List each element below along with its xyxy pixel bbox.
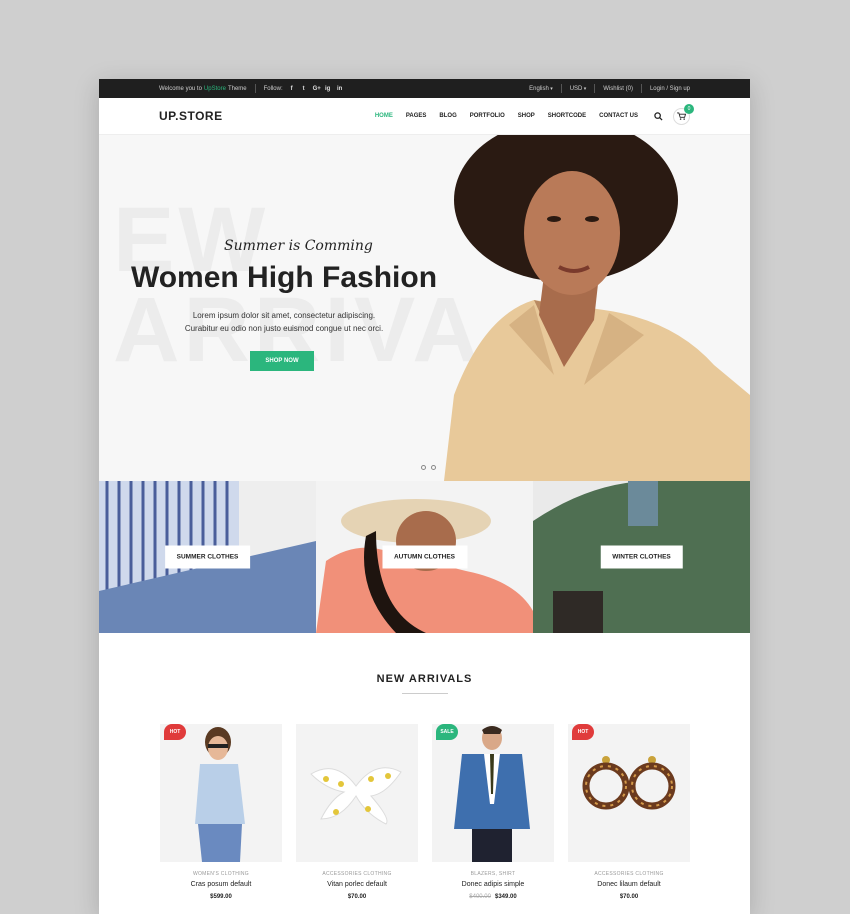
product-price: $400.00 $349.00 [432, 894, 554, 900]
category-summer[interactable]: SUMMER CLOTHES [99, 481, 316, 633]
current-price: $70.00 [619, 894, 639, 900]
hot-badge: HOT [164, 724, 186, 740]
facebook-icon[interactable]: f [289, 86, 295, 92]
product-category[interactable]: BLAZERS, SHIRT [432, 871, 554, 877]
earrings-image [582, 756, 676, 810]
product-name[interactable]: Cras posum default [160, 881, 282, 888]
new-arrivals-section: NEW ARRIVALS HOT WOMEN'S CLOTHING Cras p… [99, 633, 750, 900]
site-logo[interactable]: UP.STORE [159, 109, 223, 123]
language-select[interactable]: English [529, 86, 553, 92]
scarf-image [310, 767, 402, 825]
divider [254, 84, 256, 93]
welcome-prefix: Welcome you to [159, 85, 202, 92]
category-label[interactable]: WINTER CLOTHES [600, 545, 683, 569]
hero-model-image [444, 135, 750, 481]
main-nav: HOME PAGES BLOG PORTFOLIO SHOP SHORTCODE… [375, 113, 638, 119]
category-autumn[interactable]: AUTUMN CLOTHES [316, 481, 533, 633]
divider [640, 84, 642, 93]
top-bar: Welcome you to UpStore Theme Follow: f t… [99, 79, 750, 98]
category-banners: SUMMER CLOTHES AUTUMN CLOTHES WINTER CLO… [99, 481, 750, 633]
linkedin-icon[interactable]: in [337, 86, 343, 92]
product-image[interactable]: HOT [160, 724, 282, 862]
product-image[interactable] [296, 724, 418, 862]
wishlist-link[interactable]: Wishlist (0) [603, 86, 633, 92]
nav-shop[interactable]: SHOP [518, 113, 535, 119]
slider-dot[interactable] [431, 465, 436, 470]
follow-label: Follow: [263, 85, 283, 92]
slider-dots [421, 465, 436, 470]
shop-now-button[interactable]: SHOP NOW [250, 351, 314, 371]
section-title: NEW ARRIVALS [376, 673, 473, 685]
hero-desc-line-1: Lorem ipsum dolor sit amet, consectetur … [192, 311, 376, 320]
nav-blog[interactable]: BLOG [439, 113, 456, 119]
hero-tagline: Summer is Comming [224, 238, 373, 254]
welcome-brand: UpStore [203, 85, 226, 92]
category-winter[interactable]: WINTER CLOTHES [533, 481, 750, 633]
welcome-suffix: Theme [227, 85, 247, 92]
twitter-icon[interactable]: t [301, 86, 307, 92]
nav-pages[interactable]: PAGES [406, 113, 427, 119]
product-category[interactable]: ACCESSORIES CLOTHING [568, 871, 690, 877]
nav-shortcode[interactable]: SHORTCODE [548, 113, 586, 119]
product-image[interactable]: HOT [568, 724, 690, 862]
product-price: $70.00 [296, 894, 418, 900]
nav-portfolio[interactable]: PORTFOLIO [470, 113, 505, 119]
product-grid: HOT WOMEN'S CLOTHING Cras posum default … [99, 694, 750, 900]
hero-title: Women High Fashion [130, 261, 438, 294]
google-plus-icon[interactable]: G+ [313, 86, 321, 92]
divider [594, 84, 596, 93]
search-icon[interactable] [654, 111, 663, 121]
current-price: $349.00 [495, 894, 517, 900]
sale-badge: SALE [436, 724, 458, 740]
cart-button[interactable]: 0 [673, 103, 694, 125]
product-card[interactable]: HOT WOMEN'S CLOTHING Cras posum default … [160, 724, 282, 900]
product-category[interactable]: ACCESSORIES CLOTHING [296, 871, 418, 877]
product-price: $70.00 [568, 894, 690, 900]
category-label[interactable]: SUMMER CLOTHES [164, 545, 251, 569]
product-card[interactable]: SALE BLAZERS, SHIRT Donec adipis simple … [432, 724, 554, 900]
product-price: $599.00 [160, 894, 282, 900]
login-link[interactable]: Login / Sign up [650, 86, 690, 92]
instagram-icon[interactable]: ig [325, 86, 331, 92]
hero-desc-line-2: Curabitur eu odio non justo euismod cong… [184, 324, 384, 333]
product-category[interactable]: WOMEN'S CLOTHING [160, 871, 282, 877]
product-card[interactable]: HOT ACCESSORIES CLOTHING Donec lilaum de… [568, 724, 690, 900]
follow-links: Follow: f t G+ ig in [264, 86, 343, 92]
slider-dot[interactable] [421, 465, 426, 470]
product-name[interactable]: Donec lilaum default [568, 881, 690, 888]
product-image[interactable]: SALE [432, 724, 554, 862]
welcome-text: Welcome you to UpStore Theme [159, 86, 247, 92]
hero-slider: EW ARRIVA Summer is Comming Women High F… [99, 135, 750, 481]
hot-badge: HOT [572, 724, 594, 740]
main-header: UP.STORE HOME PAGES BLOG PORTFOLIO SHOP … [99, 98, 750, 135]
divider [560, 84, 562, 93]
old-price: $400.00 [469, 894, 491, 900]
blouse-image [195, 727, 245, 862]
nav-contact-us[interactable]: CONTACT US [599, 113, 638, 119]
cart-count-badge: 0 [684, 103, 694, 114]
current-price: $70.00 [347, 894, 367, 900]
hero-description: Lorem ipsum dolor sit amet, consectetur … [139, 309, 429, 335]
product-name[interactable]: Donec adipis simple [432, 881, 554, 888]
category-label[interactable]: AUTUMN CLOTHES [381, 545, 468, 569]
product-card[interactable]: ACCESSORIES CLOTHING Vitan porlec defaul… [296, 724, 418, 900]
cart-icon [677, 112, 686, 120]
blazer-image [454, 726, 530, 862]
page-frame: Welcome you to UpStore Theme Follow: f t… [99, 79, 750, 914]
product-name[interactable]: Vitan porlec default [296, 881, 418, 888]
current-price: $599.00 [210, 894, 232, 900]
top-bar-right: English USD Wishlist (0) Login / Sign up [529, 84, 690, 93]
nav-home[interactable]: HOME [375, 113, 393, 119]
currency-select[interactable]: USD [570, 86, 587, 92]
